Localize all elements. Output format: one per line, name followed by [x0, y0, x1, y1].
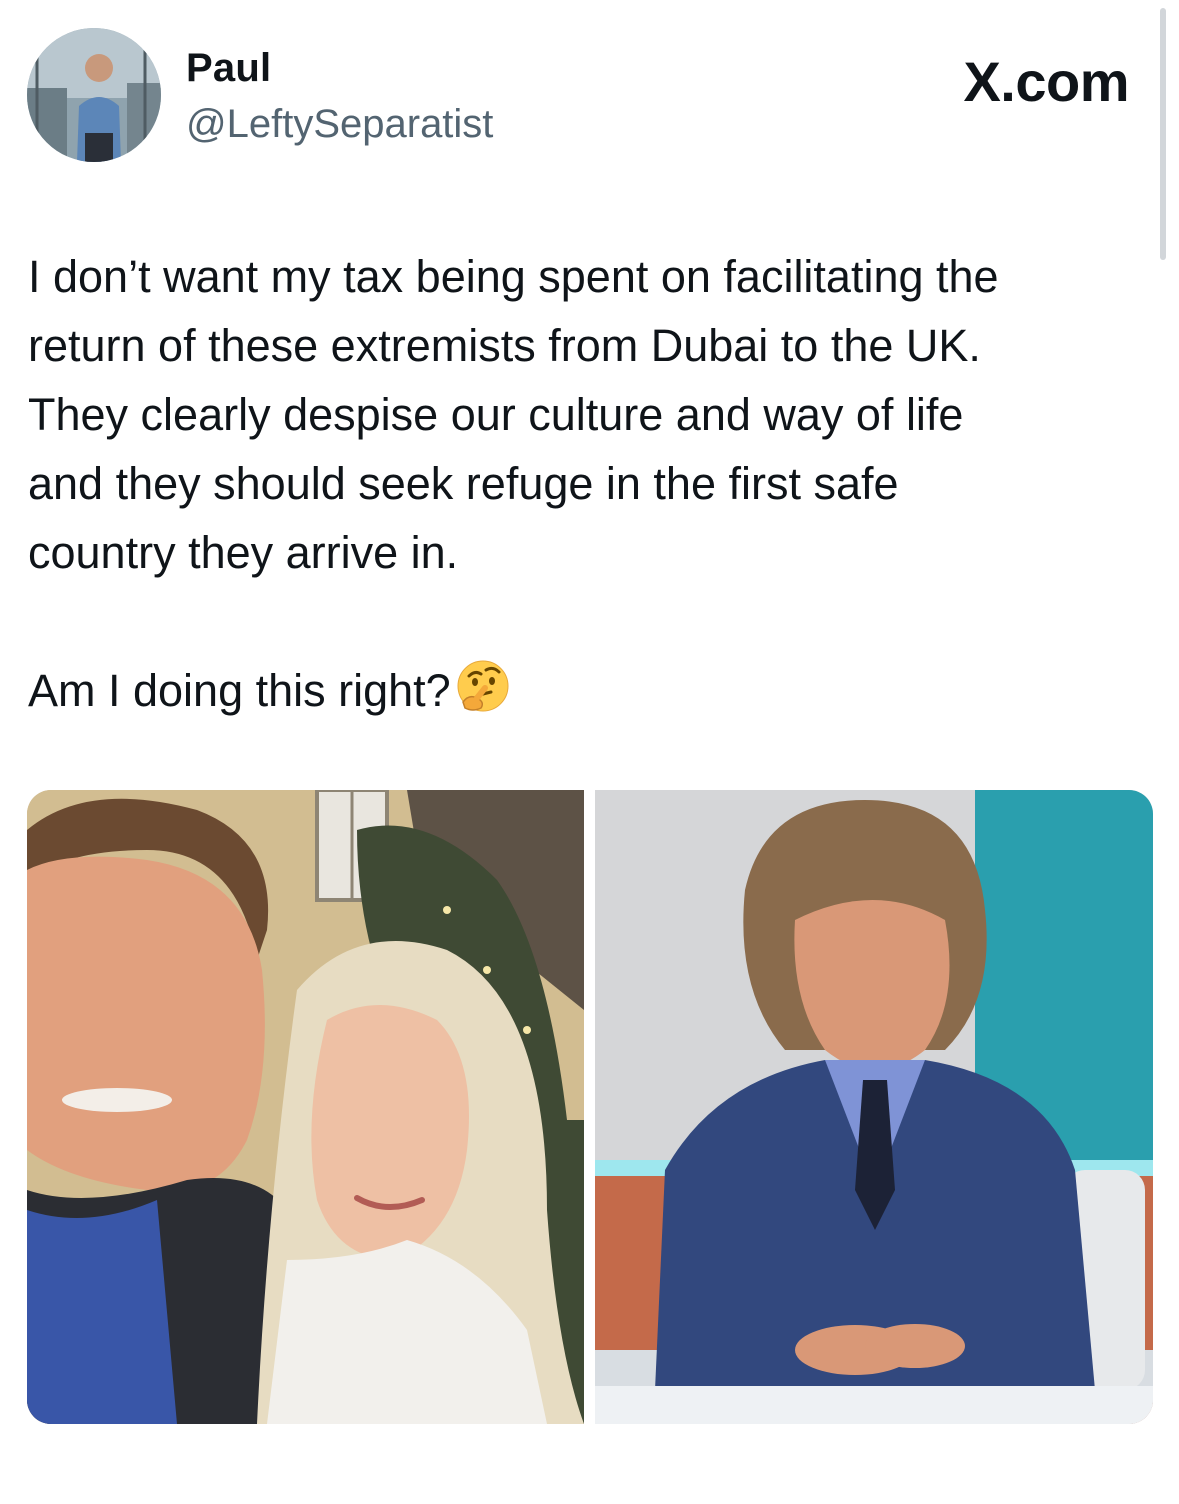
tweet-paragraph: Am I doing this right? — [28, 656, 1158, 725]
tweet-line: country they arrive in. — [28, 527, 459, 578]
photo-couple-selfie-icon — [27, 790, 584, 1424]
tweet-text: I don’t want my tax being spent on facil… — [28, 242, 1158, 725]
tweet-line: They clearly despise our culture and way… — [28, 389, 964, 440]
display-name[interactable]: Paul — [186, 44, 271, 92]
scrollbar[interactable] — [1160, 8, 1166, 260]
tweet-question: Am I doing this right? — [28, 665, 451, 716]
profile-photo-icon — [27, 28, 161, 162]
media-grid — [27, 790, 1153, 1424]
thinking-face-icon — [455, 658, 511, 714]
tweet-line: I don’t want my tax being spent on facil… — [28, 251, 999, 302]
media-photo-left[interactable] — [27, 790, 584, 1424]
brand-label: X.com — [963, 50, 1129, 113]
media-photo-right[interactable] — [595, 790, 1153, 1424]
avatar[interactable] — [27, 28, 161, 162]
tweet-line: return of these extremists from Dubai to… — [28, 320, 981, 371]
tweet-line: and they should seek refuge in the first… — [28, 458, 899, 509]
photo-man-tv-studio-icon — [595, 790, 1153, 1424]
tweet-paragraph: I don’t want my tax being spent on facil… — [28, 242, 1158, 587]
user-handle[interactable]: @LeftySeparatist — [186, 100, 493, 148]
